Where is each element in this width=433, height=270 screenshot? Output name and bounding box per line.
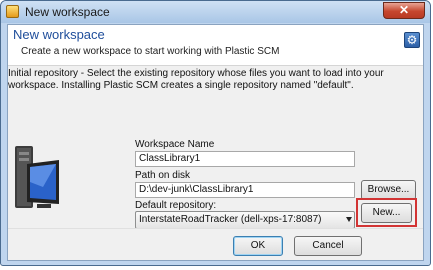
- ok-button[interactable]: OK: [233, 236, 283, 256]
- repository-select[interactable]: InterstateRoadTracker (dell-xps-17:8087): [135, 211, 355, 229]
- info-text: Initial repository - Select the existing…: [8, 68, 384, 91]
- cancel-button[interactable]: Cancel: [294, 236, 362, 256]
- chevron-down-icon[interactable]: [346, 217, 352, 222]
- close-icon: ✕: [398, 3, 410, 17]
- window-title: New workspace: [25, 5, 110, 19]
- path-field[interactable]: D:\dev-junk\ClassLibrary1: [135, 182, 355, 198]
- repository-value: InterstateRoadTracker (dell-xps-17:8087): [139, 214, 322, 225]
- button-bar: OK Cancel: [8, 228, 423, 260]
- header-banner: New workspace Create a new workspace to …: [8, 25, 423, 66]
- path-label: Path on disk: [135, 170, 191, 181]
- dialog-content: New workspace Create a new workspace to …: [7, 24, 424, 261]
- page-subtitle: Create a new workspace to start working …: [21, 46, 280, 57]
- workspace-name-field[interactable]: ClassLibrary1: [135, 151, 355, 167]
- page-title: New workspace: [13, 27, 105, 42]
- workspace-name-label: Workspace Name: [135, 139, 215, 150]
- computer-icon: [15, 146, 59, 208]
- repository-label: Default repository:: [135, 200, 217, 211]
- title-bar[interactable]: New workspace ✕: [1, 1, 430, 23]
- close-button[interactable]: ✕: [383, 2, 425, 19]
- gear-icon: ⚙: [404, 32, 420, 48]
- dialog-window: New workspace ✕ New workspace Create a n…: [0, 0, 431, 266]
- app-icon: [6, 5, 19, 18]
- new-repository-button[interactable]: New...: [361, 203, 412, 223]
- browse-button[interactable]: Browse...: [361, 180, 416, 200]
